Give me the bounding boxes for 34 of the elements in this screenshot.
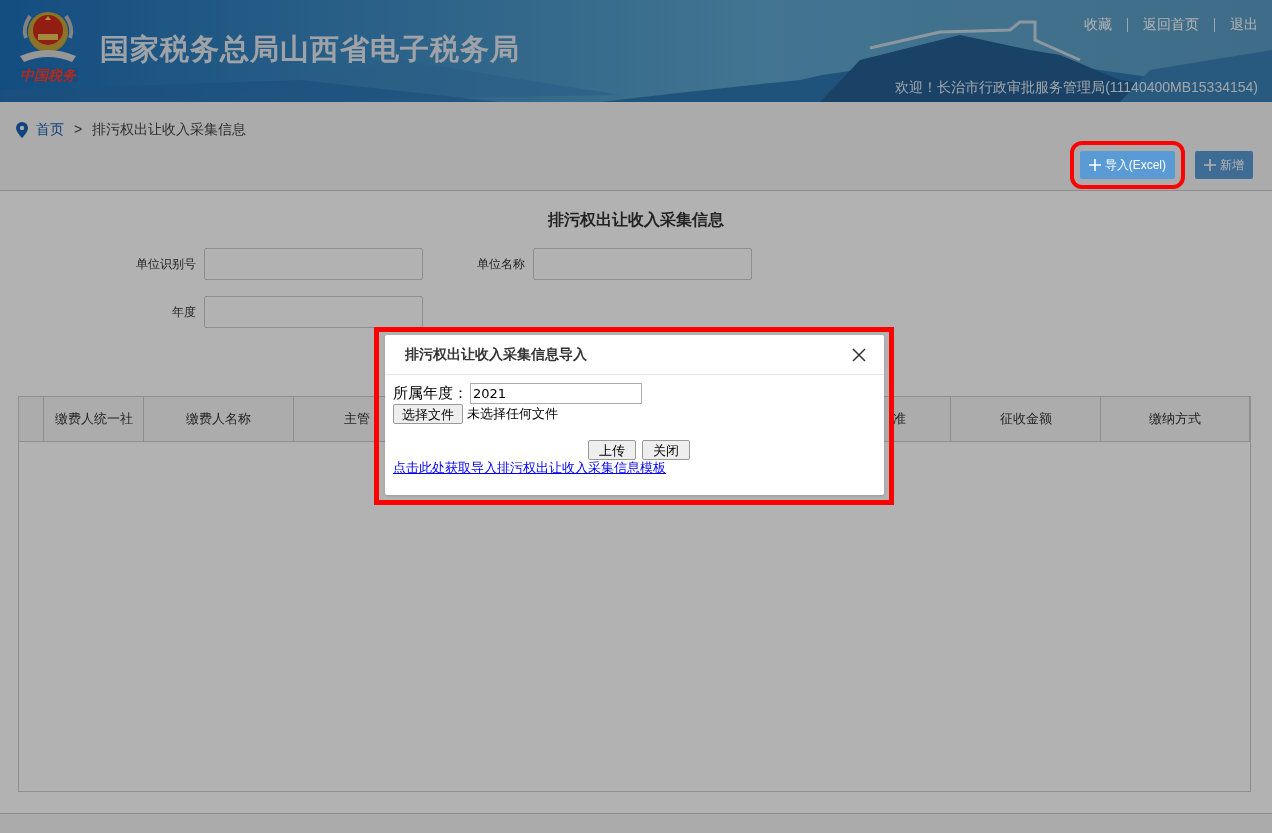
filter-field[interactable] bbox=[204, 296, 423, 328]
panel-title: 排污权出让收入采集信息 bbox=[546, 210, 725, 230]
filter-field[interactable] bbox=[533, 248, 752, 280]
import-button[interactable]: 导入(Excel) bbox=[1079, 151, 1175, 179]
add-button[interactable]: 新增 bbox=[1195, 151, 1253, 179]
close-icon bbox=[852, 347, 866, 362]
filter-label: 单位名称 bbox=[476, 256, 525, 273]
filter-label: 年度 bbox=[171, 304, 196, 321]
plus-icon bbox=[1088, 159, 1101, 171]
header-link[interactable]: 收藏 bbox=[1084, 14, 1112, 35]
site-title: 国家税务总局山西省电子税务局 bbox=[100, 32, 520, 67]
table-header-cell: 缴费人名称 bbox=[144, 397, 294, 441]
close-dialog-button[interactable]: 关闭 bbox=[641, 440, 690, 460]
dialog-title: 排污权出让收入采集信息导入 bbox=[405, 345, 587, 364]
table-header-cell: 缴纳方式 bbox=[1101, 397, 1250, 441]
upload-button[interactable]: 上传 bbox=[587, 440, 636, 460]
breadcrumb-link[interactable]: 首页 bbox=[36, 119, 64, 140]
year-field[interactable]: 2021 bbox=[470, 382, 642, 404]
table-header-cell: 征收金额 bbox=[951, 397, 1101, 441]
table-header-cell: 缴费人统一社 bbox=[44, 397, 144, 441]
emblem-caption: 中国税务 bbox=[18, 68, 78, 82]
filter-field[interactable] bbox=[204, 248, 423, 280]
choose-file-button[interactable]: 选择文件 bbox=[393, 404, 463, 424]
location-pin-icon bbox=[16, 121, 28, 138]
breadcrumb-separator: > bbox=[74, 120, 83, 139]
welcome-text: 欢迎！长治市行政审批服务管理局(11140400MB15334154) bbox=[895, 78, 1258, 97]
file-status: 未选择任何文件 bbox=[467, 405, 558, 424]
header-link[interactable]: 退出 bbox=[1230, 14, 1258, 35]
plus-icon bbox=[1204, 159, 1216, 171]
template-link[interactable]: 点击此处获取导入排污权出让收入采集信息模板 bbox=[393, 460, 884, 475]
close-button[interactable] bbox=[852, 347, 866, 362]
breadcrumb-current: 排污权出让收入采集信息 bbox=[92, 120, 247, 139]
header-link[interactable]: 返回首页 bbox=[1143, 14, 1199, 35]
filter-label: 单位识别号 bbox=[135, 256, 196, 273]
